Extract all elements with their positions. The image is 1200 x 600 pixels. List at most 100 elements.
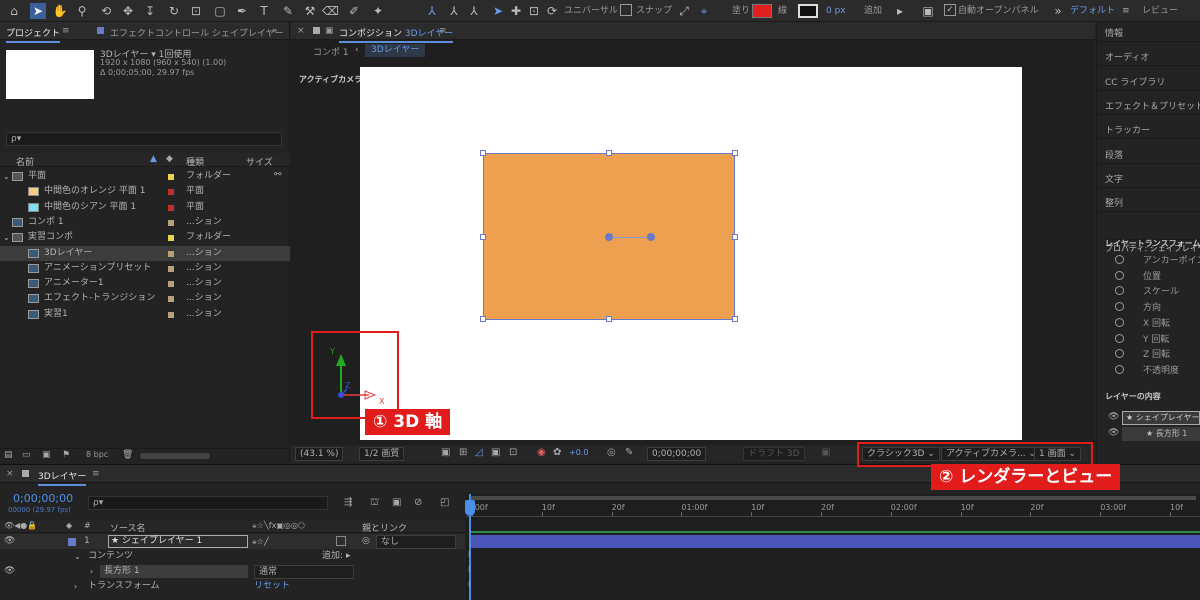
rect-expand-icon[interactable]: › <box>90 564 93 579</box>
label-color[interactable] <box>168 204 174 211</box>
rect-eye-icon[interactable]: 👁 <box>4 564 15 579</box>
handle-mr[interactable] <box>732 234 738 240</box>
close-icon[interactable]: × <box>297 26 305 36</box>
handle-bm[interactable] <box>606 316 612 322</box>
handle-tr[interactable] <box>732 150 738 156</box>
col-size[interactable]: サイズ <box>246 155 273 168</box>
content2-eye-icon[interactable]: 👁 <box>1108 428 1119 438</box>
project-search-input[interactable]: ρ▾ <box>6 132 282 146</box>
transparency-grid-icon[interactable]: ⊞ <box>459 447 467 458</box>
project-menu-icon[interactable]: ≡ <box>62 26 70 36</box>
hand-tool-icon[interactable]: ✋ <box>52 3 68 19</box>
col-name[interactable]: 名前 <box>16 155 34 168</box>
rect-name[interactable]: 長方形 1 <box>100 565 248 578</box>
handle-bl[interactable] <box>480 316 486 322</box>
snap-edge-icon[interactable]: ⤢ <box>676 3 692 19</box>
expand-icon[interactable]: » <box>1050 3 1066 19</box>
add-button-icon[interactable]: ▸ <box>892 3 908 19</box>
handle-tm[interactable] <box>606 150 612 156</box>
show-snapshot-icon[interactable]: ✎ <box>625 447 633 458</box>
graph-editor-icon[interactable]: ◰ <box>440 497 449 508</box>
col-type[interactable]: 種類 <box>186 155 204 168</box>
project-item[interactable]: エフェクト-トランジション ...ション <box>0 291 290 306</box>
home-icon[interactable]: ⌂ <box>6 3 22 19</box>
local-axis-icon[interactable]: ⅄ <box>424 3 440 19</box>
right-panel-item[interactable]: 段落 <box>1105 148 1123 161</box>
layer-name[interactable]: ★ シェイプレイヤー 1 <box>108 535 248 548</box>
zoom-tool-icon[interactable]: ⚲ <box>74 3 90 19</box>
new-folder-icon[interactable]: ▭ <box>22 450 31 460</box>
universal-label[interactable]: ユニバーサル <box>564 4 618 18</box>
label-color[interactable] <box>168 219 174 226</box>
label-color[interactable] <box>168 281 174 288</box>
label-color[interactable] <box>168 250 174 257</box>
playhead-handle[interactable] <box>465 500 475 516</box>
exposure-value[interactable]: +0.0 <box>569 448 588 457</box>
content1-eye-icon[interactable]: 👁 <box>1108 412 1119 422</box>
handle-br[interactable] <box>732 316 738 322</box>
content-rectangle[interactable]: ★ 長方形 1 <box>1122 427 1200 441</box>
right-panel-item[interactable]: エフェクト＆プリセット <box>1105 99 1200 112</box>
comp-mini-flow-icon[interactable]: ⇶ <box>344 497 352 508</box>
timeline-timecode[interactable]: 0;00;00;00 <box>13 492 73 505</box>
project-item[interactable]: 中間色のオレンジ 平面 1 平面 <box>0 184 290 199</box>
dolly-camera-icon[interactable]: ↧ <box>142 3 158 19</box>
scale-gizmo-icon[interactable]: ⊡ <box>526 3 542 19</box>
footer-scrollbar[interactable] <box>140 453 210 459</box>
project-item[interactable]: ⌄ 実習コンポ フォルダー <box>0 230 290 245</box>
right-panel-item[interactable]: 整列 <box>1105 196 1123 209</box>
label-tag-icon[interactable]: ◆ <box>166 154 173 164</box>
transform-row[interactable]: › トランスフォーム リセット <box>0 579 465 594</box>
select-gizmo-icon[interactable]: ➤ <box>490 3 506 19</box>
stopwatch-icon[interactable] <box>1115 333 1124 343</box>
panel-toggle-icon[interactable]: ▣ <box>920 3 936 19</box>
label-color[interactable] <box>168 311 174 318</box>
layer-duration-bar[interactable] <box>470 535 1200 548</box>
stopwatch-icon[interactable] <box>1115 270 1124 280</box>
av-switches-icon[interactable]: 👁◀●🔒 <box>4 521 37 530</box>
label-color[interactable] <box>168 265 174 272</box>
project-item[interactable]: ⌄ 平面 フォルダー <box>0 169 290 184</box>
tab-composition[interactable]: コンポジション 3Dレイヤー <box>339 26 454 43</box>
timecode-field[interactable]: 0;00;00;00 <box>647 447 707 461</box>
draft-3d-icon[interactable]: ⛫ <box>370 497 379 510</box>
comp-view-icon[interactable]: ▣ <box>325 26 334 36</box>
bpc-label[interactable]: 8 bpc <box>86 450 108 459</box>
handle-tl[interactable] <box>480 150 486 156</box>
switches-icons[interactable]: ⚹☆╲fx▣◎◎⬡ <box>252 521 305 531</box>
project-item[interactable]: 3Dレイヤー ...ション <box>0 245 290 261</box>
timeline-search-input[interactable]: ρ▾ <box>88 496 328 510</box>
draft-3d-toggle[interactable]: ドラフト 3D <box>743 447 805 461</box>
extended-viewer-icon[interactable]: ▣ <box>821 447 830 458</box>
auto-open-checkbox[interactable]: ✓ <box>944 4 956 16</box>
right-panel-item[interactable]: 情報 <box>1105 26 1123 39</box>
handle-ml[interactable] <box>480 234 486 240</box>
layer-label-color[interactable] <box>68 538 76 546</box>
col-parent[interactable]: 親とリンク <box>362 521 407 534</box>
trash-icon[interactable]: 🗑 <box>122 450 133 460</box>
label-col-icon[interactable]: ◆ <box>66 521 72 530</box>
right-panel-item[interactable]: トラッカー <box>1105 123 1150 136</box>
pen-tool-icon[interactable]: ✒ <box>234 3 250 19</box>
contents-row[interactable]: ⌄ コンテンツ 追加: ▸ <box>0 549 465 564</box>
clone-stamp-icon[interactable]: ⚒ <box>302 3 318 19</box>
project-item[interactable]: コンポ 1 ...ション <box>0 215 290 230</box>
stopwatch-icon[interactable] <box>1115 255 1124 264</box>
roto-brush-icon[interactable]: ✐ <box>346 3 362 19</box>
eraser-tool-icon[interactable]: ⌫ <box>322 3 339 19</box>
stroke-width-value[interactable]: 0 px <box>826 4 846 18</box>
blend-mode-dropdown[interactable]: 通常 <box>254 565 354 579</box>
snap-center-icon[interactable]: ⌖ <box>696 3 712 19</box>
label-color[interactable] <box>168 189 174 196</box>
flowchart-icon[interactable]: ⚯ <box>274 170 282 180</box>
label-color[interactable] <box>168 296 174 303</box>
transform-expand-icon[interactable]: › <box>74 579 77 594</box>
expand-icon[interactable]: ⌄ <box>3 169 10 184</box>
puppet-pin-icon[interactable]: ✦ <box>370 3 386 19</box>
right-panel-item[interactable]: 文字 <box>1105 172 1123 185</box>
pan-behind-icon[interactable]: ⊡ <box>188 3 204 19</box>
pan-camera-icon[interactable]: ✥ <box>120 3 136 19</box>
layer-3d-switch[interactable] <box>336 536 346 546</box>
orbit-camera-icon[interactable]: ⟲ <box>98 3 114 19</box>
timeline-close-icon[interactable]: × <box>6 469 14 479</box>
